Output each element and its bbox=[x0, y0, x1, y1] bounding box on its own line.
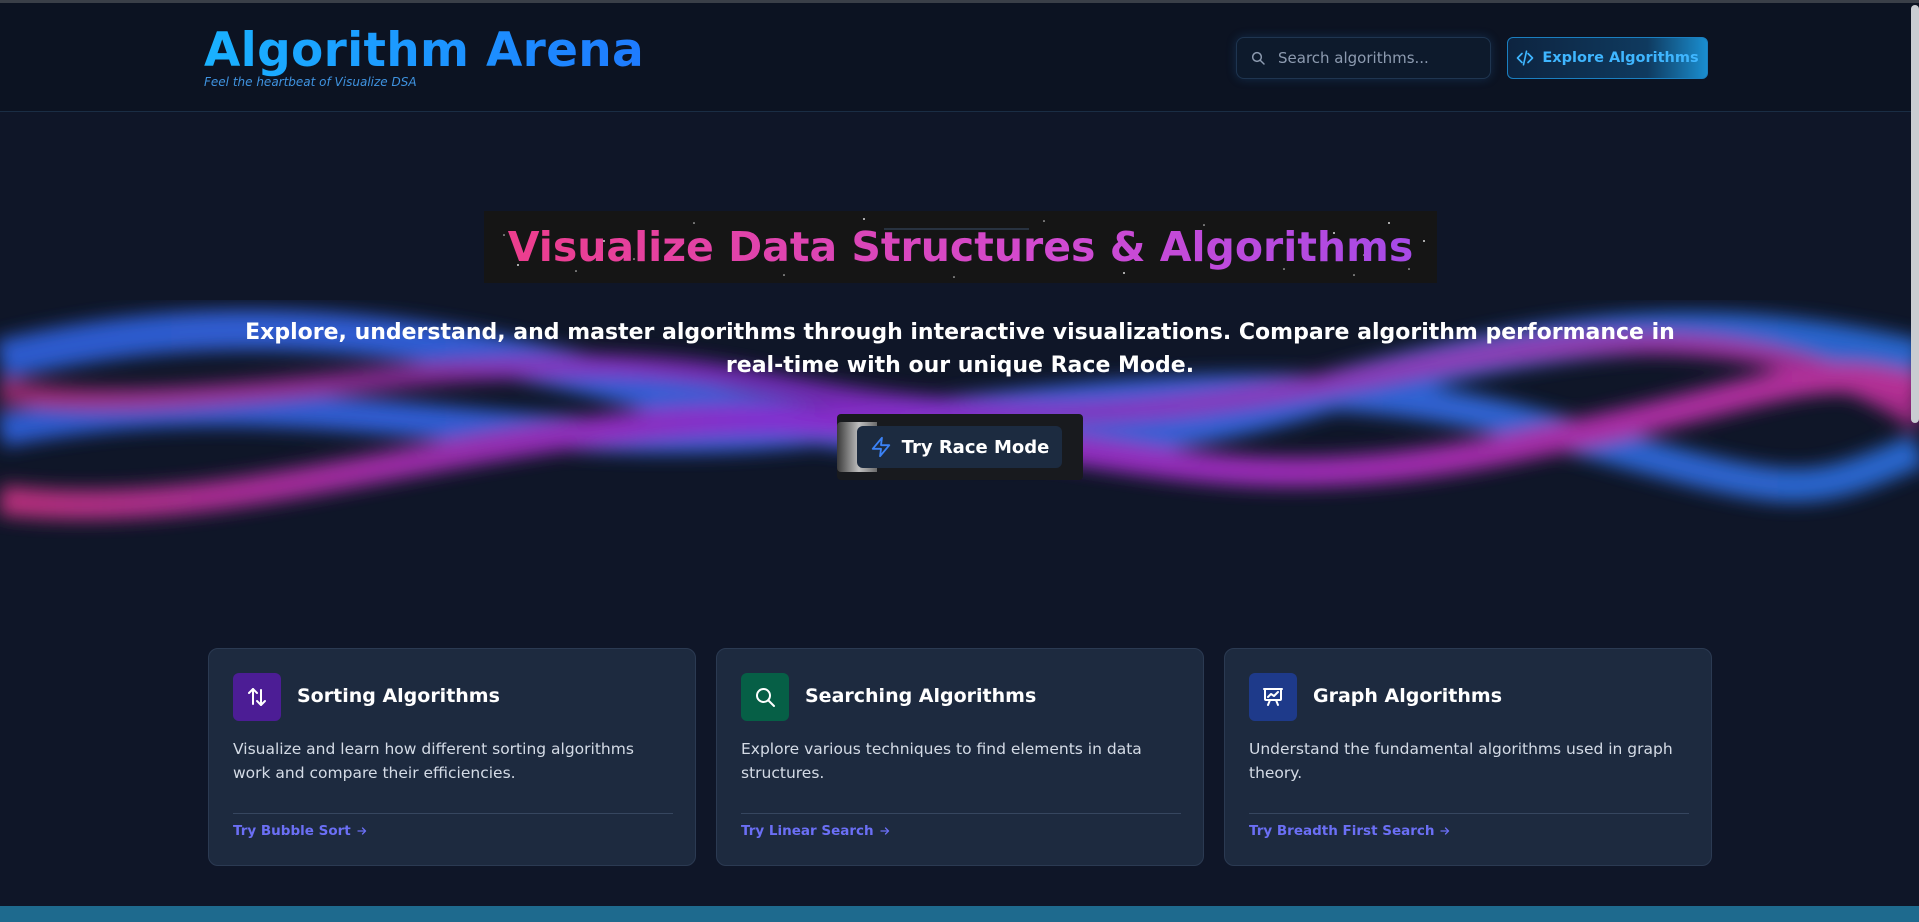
hero-subtitle: Explore, understand, and master algorith… bbox=[245, 320, 1675, 378]
try-breadth-first-search-label: Try Breadth First Search bbox=[1249, 823, 1435, 839]
scrollbar-thumb[interactable] bbox=[1911, 5, 1919, 423]
arrow-right-icon bbox=[357, 827, 366, 835]
try-breadth-first-search-link[interactable]: Try Breadth First Search bbox=[1249, 823, 1451, 839]
explore-algorithms-button[interactable]: Explore Algorithms bbox=[1507, 37, 1708, 79]
lightning-icon bbox=[871, 436, 890, 458]
searching-icon-box bbox=[741, 673, 789, 721]
graph-card-title: Graph Algorithms bbox=[1313, 685, 1502, 707]
arrow-right-icon bbox=[879, 827, 889, 835]
searching-card[interactable]: Searching Algorithms Explore various tec… bbox=[716, 648, 1204, 866]
explore-algorithms-label: Explore Algorithms bbox=[1542, 50, 1699, 66]
graph-card[interactable]: Graph Algorithms Understand the fundamen… bbox=[1224, 648, 1712, 866]
sorting-card[interactable]: Sorting Algorithms Visualize and learn h… bbox=[208, 648, 696, 866]
presentation-chart-icon bbox=[1263, 688, 1283, 706]
code-icon bbox=[1517, 50, 1534, 66]
sorting-icon-box bbox=[233, 673, 281, 721]
search-icon bbox=[1251, 51, 1265, 65]
search-icon bbox=[756, 688, 775, 707]
try-bubble-sort-link[interactable]: Try Bubble Sort bbox=[233, 823, 368, 839]
arrows-up-down-icon bbox=[248, 688, 266, 706]
hero-title-banner: Visualize Data Structures & Algorithms bbox=[484, 211, 1437, 283]
card-divider bbox=[1249, 813, 1689, 814]
race-mode-button-frame: Try Race Mode bbox=[837, 414, 1083, 480]
searching-card-description: Explore various techniques to find eleme… bbox=[741, 740, 1142, 782]
searching-card-title: Searching Algorithms bbox=[805, 685, 1037, 707]
graph-icon-box bbox=[1249, 673, 1297, 721]
search-input[interactable] bbox=[1278, 49, 1478, 67]
try-race-mode-button[interactable]: Try Race Mode bbox=[857, 426, 1062, 468]
sorting-card-description: Visualize and learn how different sortin… bbox=[233, 740, 634, 782]
try-linear-search-link[interactable]: Try Linear Search bbox=[741, 823, 891, 839]
card-divider bbox=[741, 813, 1181, 814]
arrow-right-icon bbox=[1440, 827, 1450, 835]
site-header: Algorithm Arena Feel the heartbeat of Vi… bbox=[0, 3, 1919, 112]
sorting-card-title: Sorting Algorithms bbox=[297, 685, 500, 707]
card-divider bbox=[233, 813, 673, 814]
bottom-section-edge bbox=[0, 906, 1919, 922]
search-box[interactable] bbox=[1236, 37, 1491, 79]
try-bubble-sort-label: Try Bubble Sort bbox=[233, 823, 351, 839]
try-linear-search-label: Try Linear Search bbox=[741, 823, 874, 839]
brand[interactable]: Algorithm Arena Feel the heartbeat of Vi… bbox=[204, 25, 644, 90]
site-title[interactable]: Algorithm Arena bbox=[204, 25, 644, 77]
try-race-mode-label: Try Race Mode bbox=[901, 436, 1050, 458]
hero-title: Visualize Data Structures & Algorithms bbox=[484, 211, 1437, 283]
graph-card-description: Understand the fundamental algorithms us… bbox=[1249, 740, 1673, 782]
